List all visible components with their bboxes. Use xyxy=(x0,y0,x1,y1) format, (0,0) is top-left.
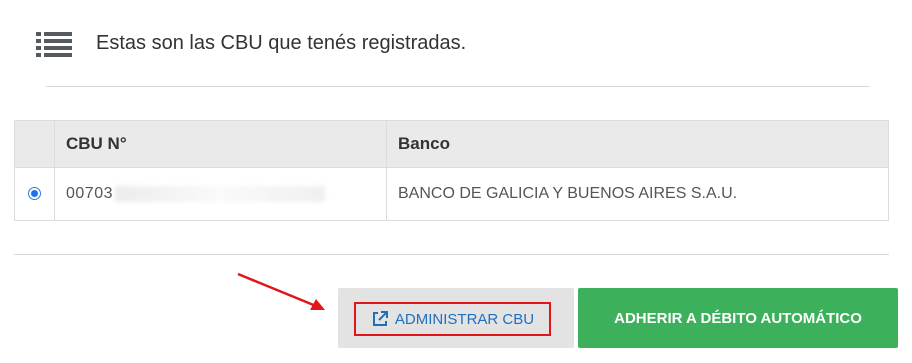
external-link-icon xyxy=(372,311,388,326)
table-header-row: CBU N° Banco xyxy=(14,120,889,168)
cbu-number: 00703 xyxy=(66,185,113,202)
cbu-table: CBU N° Banco 00703 BANCO DE GALICIA Y BU… xyxy=(14,120,889,221)
radio-column-header xyxy=(14,120,55,168)
cbu-number-cell: 00703 xyxy=(54,167,387,221)
bank-name-cell: BANCO DE GALICIA Y BUENOS AIRES S.A.U. xyxy=(386,167,889,221)
list-icon xyxy=(36,30,72,58)
red-arrow-annotation xyxy=(237,272,325,310)
divider xyxy=(46,86,870,87)
adherir-debito-button[interactable]: ADHERIR A DÉBITO AUTOMÁTICO xyxy=(578,288,898,348)
cbu-radio-button[interactable] xyxy=(28,187,41,201)
administrar-cbu-container: ADMINISTRAR CBU xyxy=(338,288,574,348)
cbu-redacted xyxy=(115,185,325,202)
row-select-cell[interactable] xyxy=(14,167,55,221)
divider xyxy=(14,254,889,255)
page-header xyxy=(36,28,72,60)
administrar-cbu-button[interactable]: ADMINISTRAR CBU xyxy=(354,302,551,336)
page-title: Estas son las CBU que tenés registradas. xyxy=(96,32,467,54)
administrar-cbu-label: ADMINISTRAR CBU xyxy=(394,310,535,328)
table-row[interactable]: 00703 BANCO DE GALICIA Y BUENOS AIRES S.… xyxy=(14,167,889,221)
column-header-cbu: CBU N° xyxy=(54,120,387,168)
column-header-banco: Banco xyxy=(386,120,889,168)
